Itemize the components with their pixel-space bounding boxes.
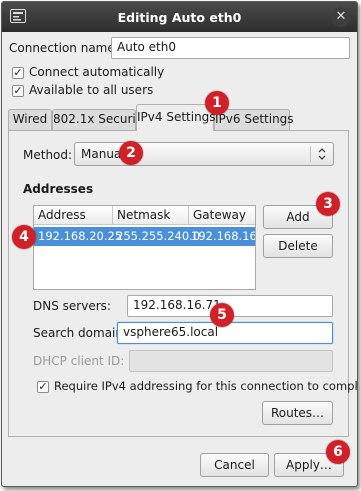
tab-ipv4-settings[interactable]: IPv4 Settings <box>136 104 216 131</box>
routes-button[interactable]: Routes… <box>262 401 333 425</box>
table-row[interactable]: 192.168.20.25 255.255.240.0 192.168.16.1 <box>34 227 255 246</box>
checkmark-icon: ✓ <box>13 66 23 79</box>
connection-name-label: Connection name: <box>9 41 119 55</box>
connect-automatically-label: Connect automatically <box>29 65 165 79</box>
callout-badge-4: 4 <box>12 225 36 249</box>
addresses-heading: Addresses <box>23 182 94 196</box>
netmask-cell[interactable]: 255.255.240.0 <box>116 229 200 243</box>
dns-servers-label: DNS servers: <box>33 299 111 313</box>
gateway-cell[interactable]: 192.168.16.1 <box>191 229 255 243</box>
combo-separator <box>310 146 311 162</box>
window-title: Editing Auto eth0 <box>117 10 242 25</box>
close-icon[interactable]: ✕ <box>331 7 351 27</box>
title-bar: Editing Auto eth0 ✕ <box>2 2 357 32</box>
callout-badge-5: 5 <box>210 303 234 327</box>
connect-automatically-checkbox[interactable]: ✓ <box>12 67 24 79</box>
cancel-button[interactable]: Cancel <box>200 453 269 477</box>
available-all-users-checkbox[interactable]: ✓ <box>12 85 24 97</box>
column-header-address[interactable]: Address <box>34 206 113 225</box>
tab-ipv6-settings[interactable]: IPv6 Settings <box>214 109 294 130</box>
callout-badge-6: 6 <box>326 440 350 464</box>
column-header-netmask[interactable]: Netmask <box>113 206 189 225</box>
up-down-arrows-icon <box>318 148 326 160</box>
method-label: Method: <box>23 148 73 162</box>
addresses-table[interactable]: Address Netmask Gateway 192.168.20.25 25… <box>33 205 256 290</box>
callout-badge-2: 2 <box>119 141 143 165</box>
callout-badge-3: 3 <box>316 192 340 216</box>
require-ipv4-checkbox[interactable]: ✓ <box>37 381 49 393</box>
checkmark-icon: ✓ <box>13 84 23 97</box>
delete-button[interactable]: Delete <box>263 234 333 258</box>
tab-wired[interactable]: Wired <box>8 109 52 130</box>
tab-8021x-security[interactable]: 802.1x Security <box>52 109 148 130</box>
method-combobox[interactable]: Manual <box>74 142 334 166</box>
require-ipv4-label: Require IPv4 addressing for this connect… <box>54 379 358 393</box>
column-header-gateway[interactable]: Gateway <box>189 206 255 225</box>
checkmark-icon: ✓ <box>38 380 48 393</box>
available-all-users-label: Available to all users <box>29 83 154 97</box>
callout-badge-1: 1 <box>205 91 229 115</box>
dialog-window: Editing Auto eth0 ✕ Connection name: Aut… <box>1 1 358 487</box>
address-cell[interactable]: 192.168.20.25 <box>38 229 122 243</box>
connection-name-input[interactable]: Auto eth0 <box>111 37 350 59</box>
dhcp-client-id-label: DHCP client ID: <box>33 354 125 368</box>
dhcp-client-id-input <box>129 350 333 372</box>
